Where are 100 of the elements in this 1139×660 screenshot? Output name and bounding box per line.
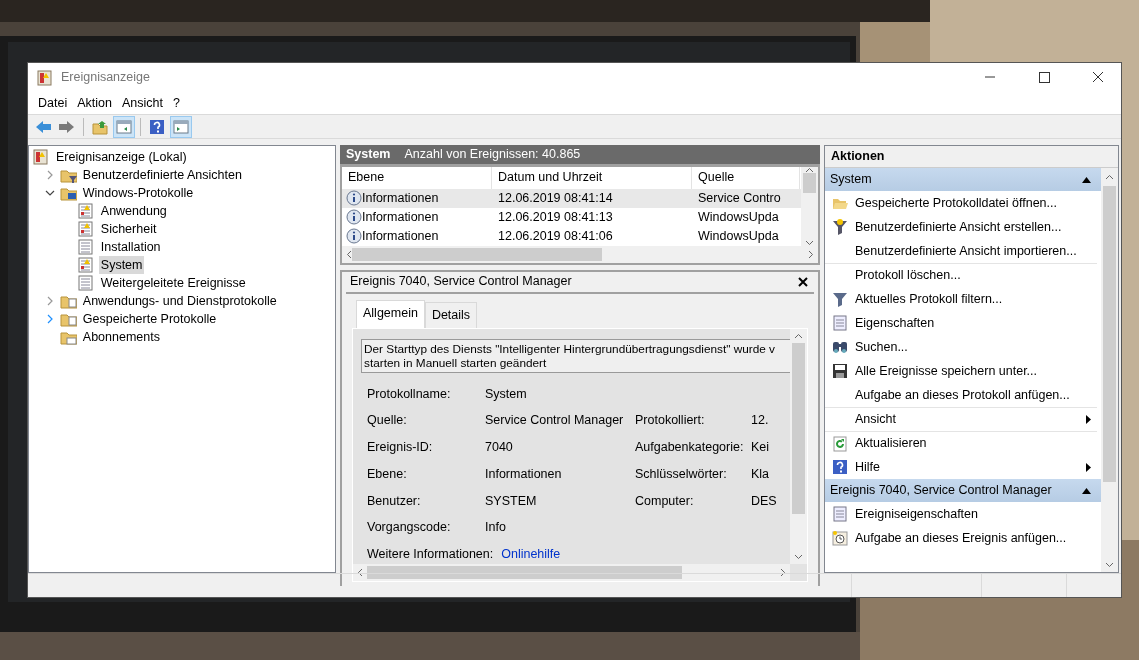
vertical-scrollbar[interactable] bbox=[790, 328, 807, 564]
tab[interactable]: Allgemein bbox=[356, 299, 425, 328]
field-value: 7040 bbox=[485, 439, 514, 456]
tab[interactable]: Details bbox=[424, 301, 478, 328]
tree-item[interactable]: Windows-Protokolle bbox=[80, 183, 196, 203]
action-link[interactable]: Aufgabe an dieses Protokoll anfügen... bbox=[855, 385, 1097, 405]
info-icon bbox=[346, 190, 362, 207]
tree-item[interactable]: Gespeicherte Protokolle bbox=[80, 309, 219, 329]
event-row[interactable]: Informationen 12.06.2019 08:41:13 WindowsUpda bbox=[342, 207, 801, 227]
message-text: starten in Manuell starten geändert bbox=[364, 355, 548, 370]
scrollbar-thumb[interactable] bbox=[803, 172, 816, 193]
table-cell: 12.06.2019 08:41:14 bbox=[498, 190, 613, 205]
table-cell-text: Informationen bbox=[362, 227, 439, 245]
scroll-up-icon bbox=[1105, 174, 1114, 180]
table-cell: Service Contro bbox=[698, 190, 781, 205]
field-value: 12. bbox=[751, 412, 770, 430]
event-viewer-icon bbox=[33, 149, 50, 165]
tree-item[interactable]: Installation bbox=[98, 237, 163, 257]
field-value: Kei bbox=[751, 439, 771, 456]
section-header[interactable]: System bbox=[825, 168, 1101, 191]
scroll-down-icon bbox=[805, 239, 814, 246]
table-cell: WindowsUpda bbox=[698, 209, 779, 224]
field-value: SYSTEM bbox=[485, 492, 538, 510]
collapse-icon[interactable] bbox=[1082, 487, 1091, 494]
binoculars-icon bbox=[832, 339, 848, 355]
tree-item[interactable]: Benutzerdefinierte Ansichten bbox=[80, 165, 244, 185]
action-link[interactable]: Aktualisieren bbox=[855, 434, 1097, 453]
log-icon bbox=[77, 203, 95, 219]
action-link[interactable]: Ereigniseigenschaften bbox=[855, 504, 1097, 524]
event-viewer-icon bbox=[37, 69, 53, 86]
computer-folder-icon bbox=[59, 185, 77, 201]
info-icon bbox=[346, 228, 362, 245]
save-icon bbox=[832, 363, 848, 379]
scroll-right-icon bbox=[808, 249, 814, 259]
scrollbar-thumb[interactable] bbox=[352, 247, 602, 261]
vertical-scrollbar[interactable] bbox=[801, 166, 818, 246]
action-link[interactable]: Alle Ereignisse speichern unter... bbox=[855, 361, 1097, 381]
field-label: Protokolliert: bbox=[635, 412, 706, 430]
show-pane-button[interactable] bbox=[170, 115, 192, 138]
action-link[interactable]: Protokoll löschen... bbox=[855, 266, 1097, 285]
scrollbar-thumb[interactable] bbox=[1103, 186, 1116, 482]
pane-title: Aktionen bbox=[825, 146, 1118, 168]
window-title: Ereignisanzeige bbox=[61, 69, 150, 87]
action-link[interactable]: Aufgabe an dieses Ereignis anfügen... bbox=[855, 528, 1097, 548]
section-header[interactable]: Ereignis 7040, Service Control Manager bbox=[825, 479, 1101, 502]
horizontal-scrollbar[interactable] bbox=[342, 245, 818, 263]
column-header[interactable]: Quelle bbox=[692, 166, 800, 189]
tree-item[interactable]: Anwendungs- und Dienstprotokolle bbox=[80, 291, 279, 311]
table-cell-text: Informationen bbox=[362, 208, 439, 226]
task-clock-icon bbox=[832, 530, 848, 546]
action-link[interactable]: Gespeicherte Protokolldatei öffnen... bbox=[855, 193, 1097, 213]
scroll-right-icon bbox=[780, 567, 786, 577]
field-label: Weitere Informationen: bbox=[367, 546, 494, 563]
filter-folder-icon bbox=[59, 167, 77, 183]
action-link[interactable]: Benutzerdefinierte Ansicht erstellen... bbox=[855, 217, 1097, 237]
menu-item[interactable]: Datei bbox=[33, 93, 73, 113]
field-label: Benutzer: bbox=[367, 492, 422, 510]
tree-item[interactable]: Ereignisanzeige (Lokal) bbox=[54, 147, 189, 167]
tree-item[interactable]: System bbox=[98, 255, 145, 275]
menu-item[interactable]: Aktion bbox=[72, 93, 117, 113]
field-label: Vorgangscode: bbox=[367, 519, 452, 537]
scroll-left-icon bbox=[346, 249, 352, 259]
event-row[interactable]: Informationen 12.06.2019 08:41:14 Service Contro bbox=[342, 188, 801, 208]
column-header[interactable]: Ebene bbox=[342, 166, 492, 189]
event-title: Ereignis 7040, Service Control Manager bbox=[350, 273, 572, 291]
log-icon bbox=[77, 221, 95, 237]
show-tree-button[interactable] bbox=[113, 115, 135, 138]
field-value: Service Control Manager bbox=[485, 412, 625, 430]
scroll-up-icon bbox=[805, 166, 814, 173]
tree-item[interactable]: Weitergeleitete Ereignisse bbox=[98, 273, 248, 293]
menu-item[interactable]: Ansicht bbox=[116, 93, 168, 113]
field-value: System bbox=[485, 385, 528, 403]
scroll-left-icon bbox=[357, 567, 363, 577]
filter-icon bbox=[832, 219, 848, 235]
help-icon bbox=[832, 459, 848, 475]
tree-item[interactable]: Sicherheit bbox=[98, 219, 159, 239]
event-row[interactable]: Informationen 12.06.2019 08:41:06 WindowsUpda bbox=[342, 226, 801, 246]
scrollbar-thumb[interactable] bbox=[792, 342, 805, 514]
tree-item[interactable]: Abonnements bbox=[80, 327, 162, 347]
column-header[interactable]: Datum und Uhrzeit bbox=[492, 166, 692, 189]
collapse-icon[interactable] bbox=[1082, 176, 1091, 183]
section-title: Ereignis 7040, Service Control Manager bbox=[830, 482, 1052, 500]
tree-item[interactable]: Anwendung bbox=[98, 201, 169, 221]
action-link[interactable]: Suchen... bbox=[855, 337, 1097, 357]
action-link[interactable]: Eigenschaften bbox=[855, 313, 1097, 333]
action-link[interactable]: Benutzerdefinierte Ansicht importieren... bbox=[855, 241, 1097, 261]
properties-icon bbox=[832, 506, 848, 522]
document-icon bbox=[77, 239, 95, 255]
table-cell-text: Informationen bbox=[362, 189, 439, 207]
menu-item[interactable]: ? bbox=[167, 93, 185, 113]
scroll-down-icon bbox=[1105, 562, 1114, 568]
action-link[interactable]: Aktuelles Protokoll filtern... bbox=[855, 289, 1097, 309]
action-link[interactable]: Hilfe bbox=[855, 457, 1086, 477]
help-link[interactable]: Onlinehilfe bbox=[501, 545, 561, 564]
vertical-scrollbar[interactable] bbox=[1101, 168, 1118, 572]
action-link[interactable]: Ansicht bbox=[855, 410, 1086, 429]
close-icon[interactable] bbox=[798, 276, 808, 287]
folder-icon bbox=[59, 293, 77, 309]
document-icon bbox=[77, 275, 95, 291]
properties-icon bbox=[832, 315, 848, 331]
